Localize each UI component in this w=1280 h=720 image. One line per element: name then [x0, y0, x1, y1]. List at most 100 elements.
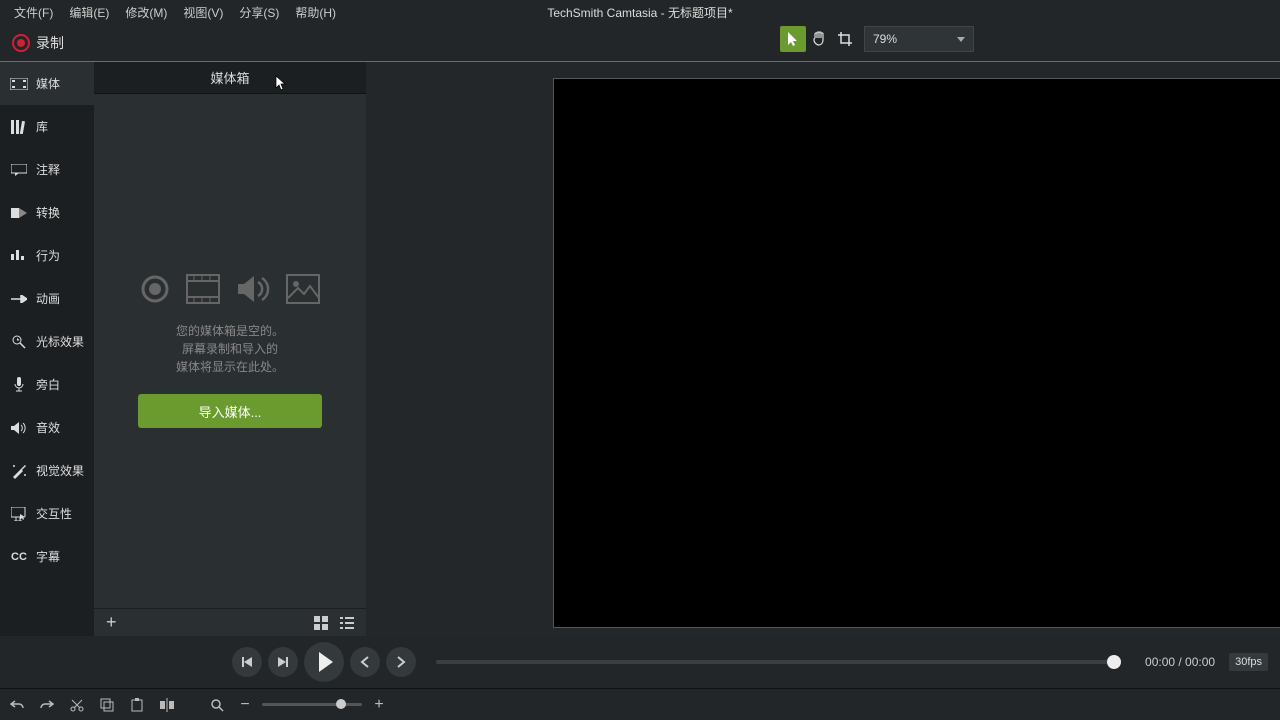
redo-button[interactable] [36, 694, 58, 716]
audio-fx-icon [10, 421, 28, 435]
playback-scrubber[interactable] [436, 660, 1121, 664]
timeline-zoom-group: − + [206, 694, 390, 716]
animation-icon [10, 292, 28, 306]
copy-button[interactable] [96, 694, 118, 716]
sidebar-label: 旁白 [36, 376, 60, 393]
play-controls [232, 642, 416, 682]
sidebar-item-audio-fx[interactable]: 音效 [0, 406, 94, 449]
sidebar: 媒体 库 注释 转换 行为 动画 光标效果 旁白 音效 视觉效果 交互性 CC 字… [0, 62, 94, 636]
next-marker-button[interactable] [386, 647, 416, 677]
hand-icon [811, 31, 827, 47]
sidebar-item-voice[interactable]: 旁白 [0, 363, 94, 406]
panel-body: 您的媒体箱是空的。 屏幕录制和导入的 媒体将显示在此处。 导入媒体... [94, 94, 366, 608]
split-icon [160, 698, 174, 712]
undo-icon [10, 698, 24, 712]
canvas-tools: 79% [780, 26, 974, 52]
sidebar-label: 视觉效果 [36, 462, 84, 479]
sidebar-label: 光标效果 [36, 333, 84, 350]
canvas[interactable] [554, 79, 1280, 627]
film-icon [186, 274, 220, 304]
interactivity-icon [10, 507, 28, 521]
media-icon [10, 77, 28, 91]
menu-bar: 文件(F) 编辑(E) 修改(M) 视图(V) 分享(S) 帮助(H) Tech… [0, 0, 1280, 24]
sidebar-item-visual-fx[interactable]: 视觉效果 [0, 449, 94, 492]
prev-marker-button[interactable] [350, 647, 380, 677]
undo-button[interactable] [6, 694, 28, 716]
grid-view-button[interactable] [310, 614, 332, 632]
toolbar-row: 录制 79% [0, 24, 1280, 62]
skip-back-icon [240, 655, 254, 669]
annotation-icon [10, 163, 28, 177]
zoom-slider-knob[interactable] [336, 699, 346, 709]
cursor-effects-icon [10, 335, 28, 349]
sidebar-item-animations[interactable]: 动画 [0, 277, 94, 320]
sidebar-item-transitions[interactable]: 转换 [0, 191, 94, 234]
plus-icon: + [374, 696, 383, 714]
menu-file[interactable]: 文件(F) [6, 2, 61, 23]
magnifier-icon [210, 698, 224, 712]
window-title: TechSmith Camtasia - 无标题项目* [547, 4, 732, 21]
menu-modify[interactable]: 修改(M) [117, 2, 175, 23]
pan-tool-button[interactable] [806, 26, 832, 52]
timeline-toolbar: − + [0, 688, 1280, 720]
play-icon [319, 652, 333, 672]
sidebar-item-behaviors[interactable]: 行为 [0, 234, 94, 277]
sidebar-item-annotations[interactable]: 注释 [0, 148, 94, 191]
minus-icon: − [240, 696, 249, 714]
sidebar-label: 注释 [36, 161, 60, 178]
select-tool-button[interactable] [780, 26, 806, 52]
cut-button[interactable] [66, 694, 88, 716]
sidebar-item-captions[interactable]: CC 字幕 [0, 535, 94, 578]
timeline-zoom-in-button[interactable]: + [368, 694, 390, 716]
sidebar-item-cursor-effects[interactable]: 光标效果 [0, 320, 94, 363]
chevron-right-icon [396, 656, 406, 668]
step-forward-button[interactable] [268, 647, 298, 677]
grid-icon [314, 616, 328, 630]
paste-icon [130, 698, 144, 712]
canvas-area[interactable] [366, 62, 1280, 636]
list-view-button[interactable] [336, 614, 358, 632]
timeline-zoom-slider[interactable] [262, 703, 362, 706]
add-media-button[interactable]: + [102, 612, 121, 633]
fps-display[interactable]: 30fps [1229, 653, 1268, 671]
voice-icon [10, 378, 28, 392]
playback-bar: 00:00 / 00:00 30fps [0, 636, 1280, 688]
canvas-zoom-select[interactable]: 79% [864, 26, 974, 52]
timeline-zoom-out-button[interactable]: − [234, 694, 256, 716]
record-button[interactable]: 录制 [6, 29, 70, 57]
sidebar-label: 交互性 [36, 505, 72, 522]
zoom-value: 79% [873, 32, 897, 46]
sidebar-item-media[interactable]: 媒体 [0, 62, 94, 105]
menu-help[interactable]: 帮助(H) [287, 2, 344, 23]
media-bin-panel: 媒体箱 您的媒体箱是空的。 屏幕录制和导入的 媒体将显示在此处。 导入媒体...… [94, 62, 366, 636]
empty-state-icons [140, 274, 320, 304]
library-icon [10, 120, 28, 134]
list-icon [340, 616, 354, 630]
scissors-icon [70, 698, 84, 712]
chevron-down-icon [957, 37, 965, 42]
step-forward-icon [276, 655, 290, 669]
crop-icon [837, 31, 853, 47]
play-button[interactable] [304, 642, 344, 682]
import-media-button[interactable]: 导入媒体... [138, 394, 322, 428]
visual-fx-icon [10, 464, 28, 478]
timeline-zoom-fit-button[interactable] [206, 694, 228, 716]
sidebar-item-library[interactable]: 库 [0, 105, 94, 148]
sidebar-label: 字幕 [36, 548, 60, 565]
sidebar-item-interactivity[interactable]: 交互性 [0, 492, 94, 535]
menu-edit[interactable]: 编辑(E) [61, 2, 117, 23]
paste-button[interactable] [126, 694, 148, 716]
empty-line-1: 您的媒体箱是空的。 [176, 322, 284, 340]
crop-tool-button[interactable] [832, 26, 858, 52]
split-button[interactable] [156, 694, 178, 716]
redo-icon [40, 698, 54, 712]
sidebar-label: 媒体 [36, 75, 60, 92]
menu-view[interactable]: 视图(V) [175, 2, 231, 23]
scrubber-knob[interactable] [1107, 655, 1121, 669]
menu-share[interactable]: 分享(S) [231, 2, 287, 23]
sidebar-label: 行为 [36, 247, 60, 264]
transition-icon [10, 206, 28, 220]
prev-frame-button[interactable] [232, 647, 262, 677]
captions-icon: CC [10, 550, 28, 564]
sidebar-label: 转换 [36, 204, 60, 221]
